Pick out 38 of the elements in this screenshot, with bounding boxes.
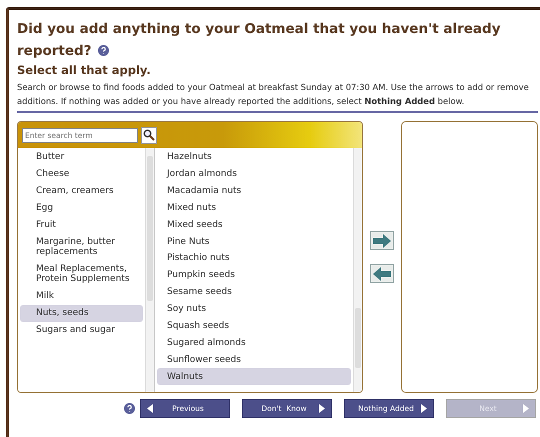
category-item[interactable]: Nuts, seeds (20, 305, 143, 322)
question-title: Did you add anything to your Oatmeal that you haven't already reported? (17, 20, 502, 61)
food-item[interactable]: Squash seeds (157, 318, 351, 335)
food-item[interactable]: Mixed seeds (157, 216, 351, 234)
add-button[interactable] (370, 231, 394, 250)
right-triangle-icon (319, 404, 325, 413)
category-item[interactable]: Egg (20, 200, 143, 216)
help-icon[interactable] (98, 45, 110, 56)
food-item[interactable]: Pumpkin seeds (157, 267, 351, 284)
food-item[interactable]: Soy nuts (157, 300, 351, 318)
category-item[interactable]: Sugars and sugar (20, 322, 143, 339)
right-triangle-icon (523, 404, 529, 413)
food-item[interactable]: Hazelnuts (157, 149, 351, 166)
category-item[interactable]: Cheese (20, 166, 143, 183)
food-item[interactable]: Walnuts (157, 368, 351, 386)
category-item[interactable]: Butter (20, 149, 143, 166)
subtitle: Select all that apply. (17, 63, 152, 77)
right-triangle-icon (421, 404, 427, 413)
category-item[interactable]: Meal Replacements, Protein Supplements (20, 260, 143, 288)
instructions: Search or browse to find foods added to your Oatmeal at breakfast Sunday at 07:30 AM. Use the arrows to add or remove additions. If nothing was added or you have already reported the additions, select Nothing Added below. (17, 81, 530, 108)
food-item[interactable]: Macadamia nuts (157, 182, 351, 200)
left-triangle-icon (147, 404, 153, 413)
scrollbar[interactable] (145, 148, 154, 392)
category-item[interactable]: Milk (20, 288, 143, 305)
remove-button[interactable] (370, 264, 394, 283)
food-item[interactable]: Jordan almonds (157, 166, 351, 183)
food-item[interactable]: Pine Nuts (157, 233, 351, 250)
scrollbar[interactable] (353, 148, 362, 392)
food-item[interactable]: Mixed nuts (157, 200, 351, 216)
food-item[interactable]: Sunflower seeds (157, 352, 351, 368)
category-item[interactable]: Cream, creamers (20, 182, 143, 200)
food-item[interactable]: Sesame seeds (157, 284, 351, 301)
category-item[interactable]: Margarine, butter replacements (20, 233, 143, 261)
food-item[interactable]: Pistachio nuts (157, 250, 351, 268)
search-button[interactable] (141, 126, 157, 144)
food-item[interactable]: Sugared almonds (157, 334, 351, 352)
help-icon[interactable] (124, 403, 135, 414)
category-item[interactable]: Fruit (20, 216, 143, 234)
